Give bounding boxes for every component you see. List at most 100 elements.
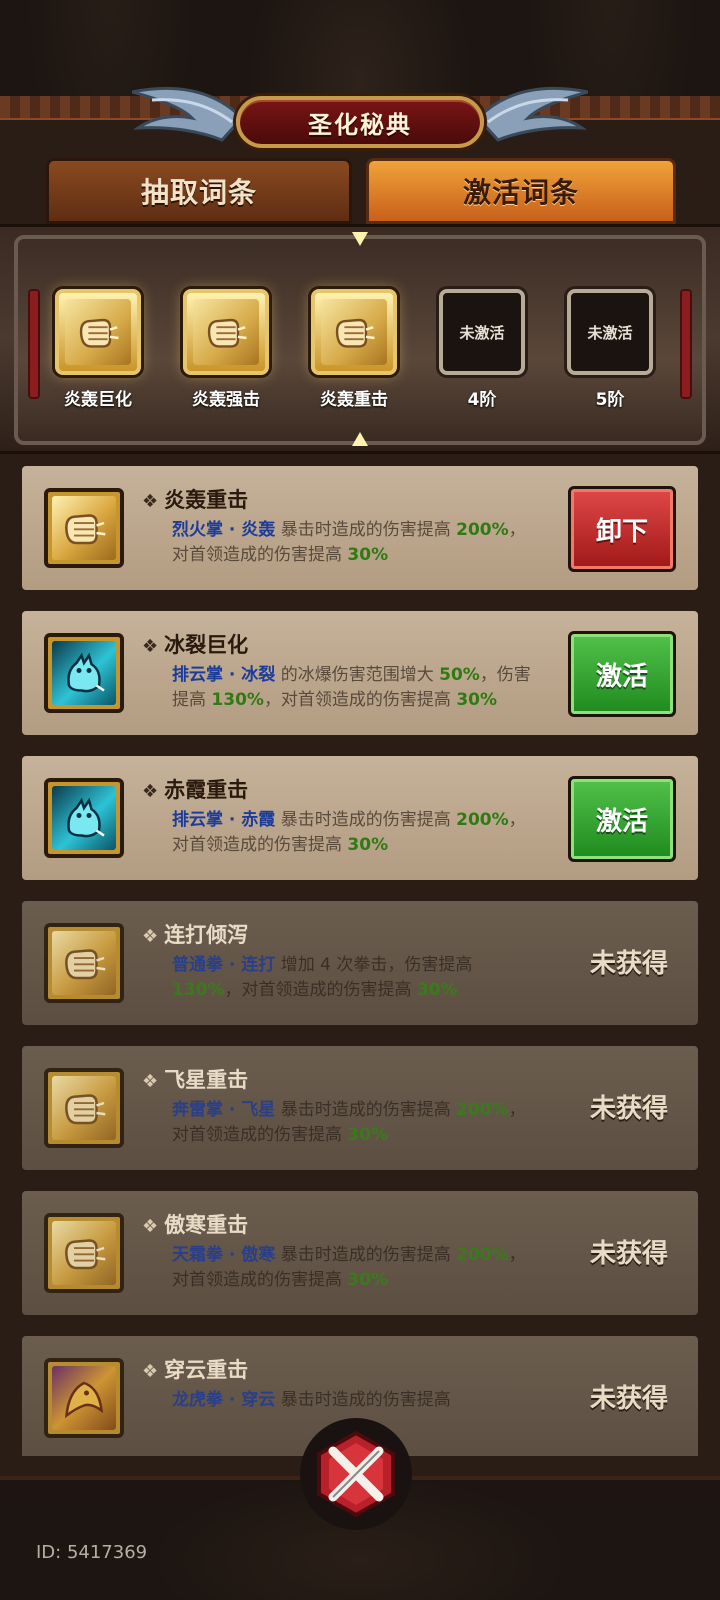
entry-icon-frame xyxy=(44,778,124,858)
empty-slot: 未激活 xyxy=(439,289,525,375)
fist-icon xyxy=(52,1221,116,1285)
entry-icon-frame xyxy=(44,1068,124,1148)
dragon-icon xyxy=(52,1366,116,1430)
diamond-bullet-icon: ❖ xyxy=(142,1216,159,1237)
entry-card: ❖ 连打倾泻普通拳 · 连打 增加 4 次拳击，伤害提高 130%，对首领造成的伤… xyxy=(20,899,700,1027)
not-obtained-label: 未获得 xyxy=(589,1384,668,1414)
stat-value: 30% xyxy=(347,835,389,855)
stat-value: 30% xyxy=(416,980,458,1000)
tab-label: 抽取词条 xyxy=(140,176,257,209)
fist-icon xyxy=(321,299,387,365)
diamond-bullet-icon: ❖ xyxy=(142,1361,159,1382)
stat-value: 130% xyxy=(211,690,264,710)
entry-card: ❖ 炎轰重击烈火掌 · 炎轰 暴击时造成的伤害提高 200%，对首领造成的伤害提高… xyxy=(20,464,700,592)
entry-title: ❖ 冰裂巨化 xyxy=(142,629,248,659)
skill-name: 排云掌 · 赤霞 xyxy=(172,810,276,830)
slot-icon-frame xyxy=(183,289,269,375)
slot-label: 炎轰重击 xyxy=(320,390,388,410)
fist-icon xyxy=(65,299,131,365)
diamond-bullet-icon: ❖ xyxy=(142,781,159,802)
skill-name: 天霜拳 · 傲寒 xyxy=(172,1245,276,1265)
fist-icon xyxy=(52,1076,116,1140)
description-text: 暴击时造成的伤害提高 xyxy=(275,810,457,830)
not-obtained-label: 未获得 xyxy=(589,1094,668,1124)
fist-icon xyxy=(193,299,259,365)
entry-title-text: 飞星重击 xyxy=(164,1068,249,1092)
slot-label: 炎轰巨化 xyxy=(64,390,132,410)
equipped-slots-panel: 炎轰巨化 炎轰强击 炎轰重击 未激活 4阶 未激活 5阶 xyxy=(0,224,720,454)
skill-name: 排云掌 · 冰裂 xyxy=(172,665,276,685)
entry-title-text: 傲寒重击 xyxy=(164,1213,249,1237)
skill-name: 烈火掌 · 炎轰 xyxy=(172,520,276,540)
not-obtained-label: 未获得 xyxy=(589,949,668,979)
entry-title: ❖ 赤霞重击 xyxy=(142,774,248,804)
entry-description: 排云掌 · 赤霞 暴击时造成的伤害提高 200%，对首领造成的伤害提高 30% xyxy=(172,808,542,858)
entry-description: 天霜拳 · 傲寒 暴击时造成的伤害提高 200%，对首领造成的伤害提高 30% xyxy=(172,1243,542,1293)
equip-slot[interactable]: 未激活 5阶 xyxy=(562,289,658,410)
entry-description: 普通拳 · 连打 增加 4 次拳击，伤害提高 130%，对首领造成的伤害提高 3… xyxy=(172,953,542,1003)
description-text: 增加 4 次拳击，伤害提高 xyxy=(275,955,473,975)
description-text: ，对首领造成的伤害提高 xyxy=(263,690,457,710)
panel-side-bar-left xyxy=(28,289,40,399)
stat-value: 30% xyxy=(456,690,498,710)
equip-slot[interactable]: 未激活 4阶 xyxy=(434,289,530,410)
diamond-bullet-icon: ❖ xyxy=(142,491,159,512)
entry-icon-frame xyxy=(44,633,124,713)
description-text: ，对首领造成的伤害提高 xyxy=(224,980,417,1000)
entry-card: ❖ 飞星重击 奔雷掌 · 飞星 暴击时造成的伤害提高 200%，对首领造成的伤害提高… xyxy=(20,1044,700,1172)
skill-name: 龙虎拳 · 穿云 xyxy=(172,1390,276,1410)
stat-value: 30% xyxy=(347,1125,389,1145)
entry-icon-frame xyxy=(44,1358,124,1438)
stat-value: 200% xyxy=(456,1100,509,1120)
entry-title-text: 赤霞重击 xyxy=(164,778,249,802)
stat-value: 50% xyxy=(439,665,480,685)
close-button[interactable] xyxy=(300,1418,412,1530)
entry-icon-frame xyxy=(44,923,124,1003)
slot-empty-text: 未激活 xyxy=(587,323,633,342)
empty-slot: 未激活 xyxy=(567,289,653,375)
diamond-bullet-icon: ❖ xyxy=(142,926,159,947)
slot-icon-frame xyxy=(311,289,397,375)
tab-draw-entries[interactable]: 抽取词条 xyxy=(46,158,352,224)
entry-title-text: 冰裂巨化 xyxy=(164,633,249,657)
diamond-bullet-icon: ❖ xyxy=(142,636,159,657)
entry-description: 龙虎拳 · 穿云 暴击时造成的伤害提高 xyxy=(172,1388,542,1413)
player-id: ID: 5417369 xyxy=(36,1542,148,1563)
equip-slot[interactable]: 炎轰重击 xyxy=(306,289,402,410)
stat-value: 30% xyxy=(347,1270,389,1290)
description-text: 暴击时造成的伤害提高 xyxy=(275,1100,457,1120)
left-wing-icon xyxy=(132,86,242,142)
entry-title: ❖ 穿云重击 xyxy=(142,1354,248,1384)
entry-description: 烈火掌 · 炎轰 暴击时造成的伤害提高 200%，对首领造成的伤害提高 30% xyxy=(172,518,542,568)
entry-card: ❖ 赤霞重击排云掌 · 赤霞 暴击时造成的伤害提高 200%，对首领造成的伤害提高… xyxy=(20,754,700,882)
diamond-bullet-icon: ❖ xyxy=(142,1071,159,1092)
stat-value: 200% xyxy=(456,810,509,830)
entry-title: ❖ 飞星重击 xyxy=(142,1064,248,1094)
tab-activate-entries[interactable]: 激活词条 xyxy=(366,158,676,224)
close-x-icon xyxy=(317,1430,395,1518)
entry-title-text: 连打倾泻 xyxy=(164,923,249,947)
selection-arrow-bottom-icon xyxy=(352,432,368,446)
tab-label: 激活词条 xyxy=(462,176,579,209)
not-obtained-label: 未获得 xyxy=(589,1239,668,1269)
activate-button[interactable]: 激活 xyxy=(568,776,676,862)
activate-button[interactable]: 激活 xyxy=(568,631,676,717)
description-text: 暴击时造成的伤害提高 xyxy=(275,1245,457,1265)
entry-title: ❖ 连打倾泻 xyxy=(142,919,248,949)
unequip-button[interactable]: 卸下 xyxy=(568,486,676,572)
slot-label: 4阶 xyxy=(467,390,497,410)
equip-slot[interactable]: 炎轰强击 xyxy=(178,289,274,410)
entry-title-text: 炎轰重击 xyxy=(164,488,249,512)
right-wing-icon xyxy=(478,86,588,142)
entry-list[interactable]: ❖ 炎轰重击 烈火掌 · 炎轰 暴击时造成的伤害提高 200%，对首领造成的伤害提高… xyxy=(20,464,700,1456)
equip-slot[interactable]: 炎轰巨化 xyxy=(50,289,146,410)
title-banner: 圣化秘典 xyxy=(236,96,484,148)
stat-value: 200% xyxy=(456,1245,509,1265)
fist-icon xyxy=(52,496,116,560)
description-text: 暴击时造成的伤害提高 xyxy=(275,520,457,540)
slot-icon-frame xyxy=(55,289,141,375)
entry-card: ❖ 冰裂巨化 排云掌 · 冰裂 的冰爆伤害范围增大 50%，伤害提高 130%，对首… xyxy=(20,609,700,737)
stat-value: 130% xyxy=(172,980,225,1000)
selection-arrow-top-icon xyxy=(352,232,368,246)
ice-beast-icon xyxy=(52,786,116,850)
